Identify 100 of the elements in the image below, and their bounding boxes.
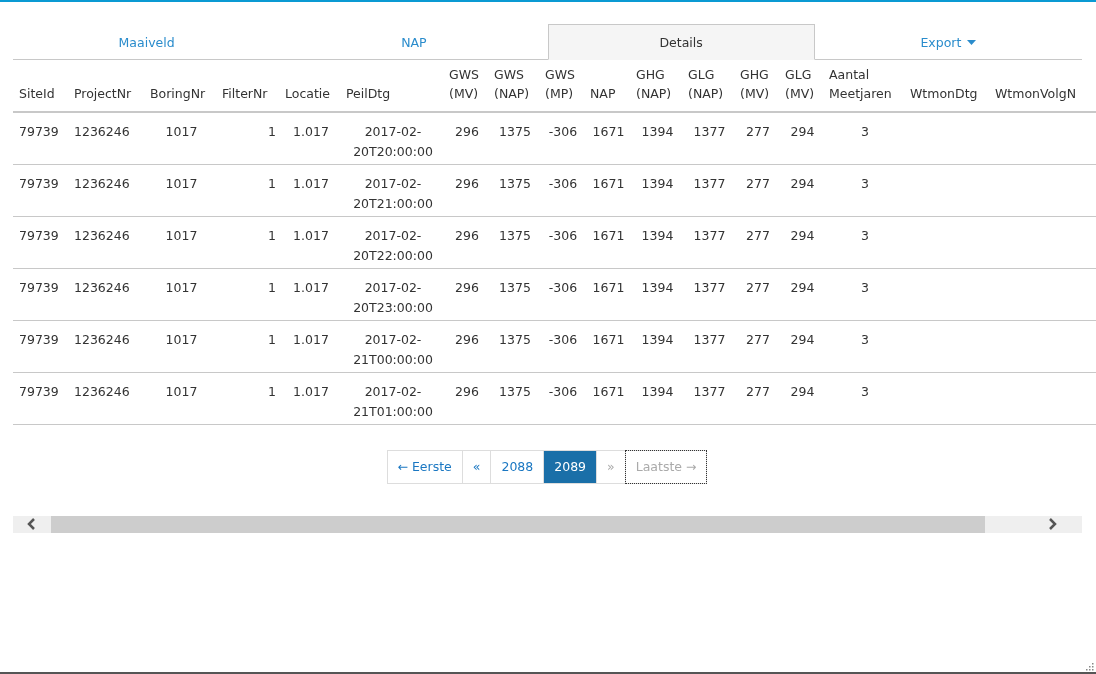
chevron-left-icon[interactable] (27, 518, 37, 530)
table-cell: 1.017 (279, 216, 340, 268)
table-cell: 1.017 (279, 268, 340, 320)
column-header[interactable]: PeilDtg (340, 60, 443, 112)
column-header[interactable]: WtmonDtg (904, 60, 989, 112)
column-header[interactable]: GHG (NAP) (630, 60, 682, 112)
table-cell: 1 (216, 372, 279, 424)
table-cell: 294 (779, 320, 823, 372)
column-header[interactable]: Locatie (279, 60, 340, 112)
table-cell: 1394 (630, 372, 682, 424)
column-header[interactable]: GWS (MP) (539, 60, 584, 112)
table-cell: 1.017 (279, 112, 340, 164)
column-header[interactable]: BoringNr (144, 60, 216, 112)
table-cell: -306 (539, 372, 584, 424)
table-cell: 1 (216, 164, 279, 216)
column-header[interactable]: GLG (MV) (779, 60, 823, 112)
table-cell: 1375 (488, 112, 539, 164)
table-cell: 1375 (488, 320, 539, 372)
table-cell: -306 (539, 112, 584, 164)
table-cell: 1671 (584, 216, 630, 268)
table-cell: 1394 (630, 112, 682, 164)
table-cell: 1.017 (279, 320, 340, 372)
page-button[interactable]: 2089 (543, 449, 598, 484)
table-cell: 79739 (13, 112, 68, 164)
table-cell: 79739 (13, 372, 68, 424)
table-cell: 294 (779, 112, 823, 164)
table-cell: 1671 (584, 320, 630, 372)
table-cell: 1375 (488, 372, 539, 424)
chevron-right-icon[interactable] (1047, 518, 1057, 530)
table-cell: 1375 (488, 216, 539, 268)
table-cell: 79739 (13, 164, 68, 216)
table-cell: 2017-02-20T21:00:00 (340, 164, 443, 216)
column-header[interactable]: NAP (584, 60, 630, 112)
table-cell: 1377 (682, 164, 734, 216)
table-cell: 294 (779, 216, 823, 268)
tab[interactable]: Export (814, 24, 1082, 59)
page-button[interactable]: ← Eerste (386, 449, 463, 484)
table-cell: 1 (216, 320, 279, 372)
table-cell: 1377 (682, 216, 734, 268)
table-cell: 1.017 (279, 372, 340, 424)
table-cell: 1.017 (279, 164, 340, 216)
table-cell: -306 (539, 216, 584, 268)
table-cell: 3 (823, 112, 904, 164)
tab[interactable]: NAP (280, 24, 548, 59)
column-header[interactable]: WtmonVolgN (989, 60, 1096, 112)
tab[interactable]: Maaiveld (13, 24, 281, 59)
table-cell: 3 (823, 320, 904, 372)
column-header[interactable]: ProjectNr (68, 60, 144, 112)
table-cell: 1394 (630, 164, 682, 216)
table-cell: 2017-02-21T00:00:00 (340, 320, 443, 372)
table-cell: 1377 (682, 112, 734, 164)
table-cell: 277 (734, 268, 779, 320)
table-cell: -306 (539, 320, 584, 372)
table-cell: 3 (823, 164, 904, 216)
table-cell: 1236246 (68, 164, 144, 216)
table-cell: 2017-02-20T23:00:00 (340, 268, 443, 320)
column-header[interactable]: GWS (MV) (443, 60, 488, 112)
table-cell: 79739 (13, 268, 68, 320)
table-cell: 277 (734, 112, 779, 164)
table-cell: 296 (443, 372, 488, 424)
table-cell: 1 (216, 216, 279, 268)
table-cell: 296 (443, 320, 488, 372)
table-cell: 1236246 (68, 320, 144, 372)
table-cell: 1671 (584, 372, 630, 424)
table-cell: 1394 (630, 216, 682, 268)
column-header[interactable]: GHG (MV) (734, 60, 779, 112)
table-cell: 1377 (682, 372, 734, 424)
column-header[interactable]: SiteId (13, 60, 68, 112)
tab[interactable]: Details (547, 24, 815, 60)
table-cell: 2017-02-21T01:00:00 (340, 372, 443, 424)
table-cell: 1017 (144, 268, 216, 320)
table-cell: 1671 (584, 268, 630, 320)
table-cell: 1017 (144, 216, 216, 268)
table-cell: 1671 (584, 164, 630, 216)
table-cell: 294 (779, 268, 823, 320)
table-cell: -306 (539, 164, 584, 216)
resize-grip-icon[interactable] (1084, 661, 1094, 671)
table-cell: 79739 (13, 216, 68, 268)
column-header[interactable]: Aantal Meetjaren (823, 60, 904, 112)
column-header[interactable]: GLG (NAP) (682, 60, 734, 112)
table-cell: 1 (216, 268, 279, 320)
table-cell: 1394 (630, 268, 682, 320)
page-button[interactable]: « (461, 449, 492, 484)
table-cell: 1377 (682, 268, 734, 320)
column-header[interactable]: FilterNr (216, 60, 279, 112)
table-cell: 1 (216, 112, 279, 164)
column-header[interactable]: GWS (NAP) (488, 60, 539, 112)
table-cell: 277 (734, 320, 779, 372)
table-cell: 277 (734, 372, 779, 424)
page-button[interactable]: 2088 (490, 449, 545, 484)
table-cell: 2017-02-20T20:00:00 (340, 112, 443, 164)
table-cell: 1236246 (68, 112, 144, 164)
table-cell: 1017 (144, 164, 216, 216)
table-cell: 1017 (144, 372, 216, 424)
table-cell: 296 (443, 112, 488, 164)
table-cell: 296 (443, 216, 488, 268)
table-cell: 3 (823, 372, 904, 424)
table-cell: 277 (734, 216, 779, 268)
table-cell: 1017 (144, 320, 216, 372)
caret-icon (967, 39, 977, 45)
